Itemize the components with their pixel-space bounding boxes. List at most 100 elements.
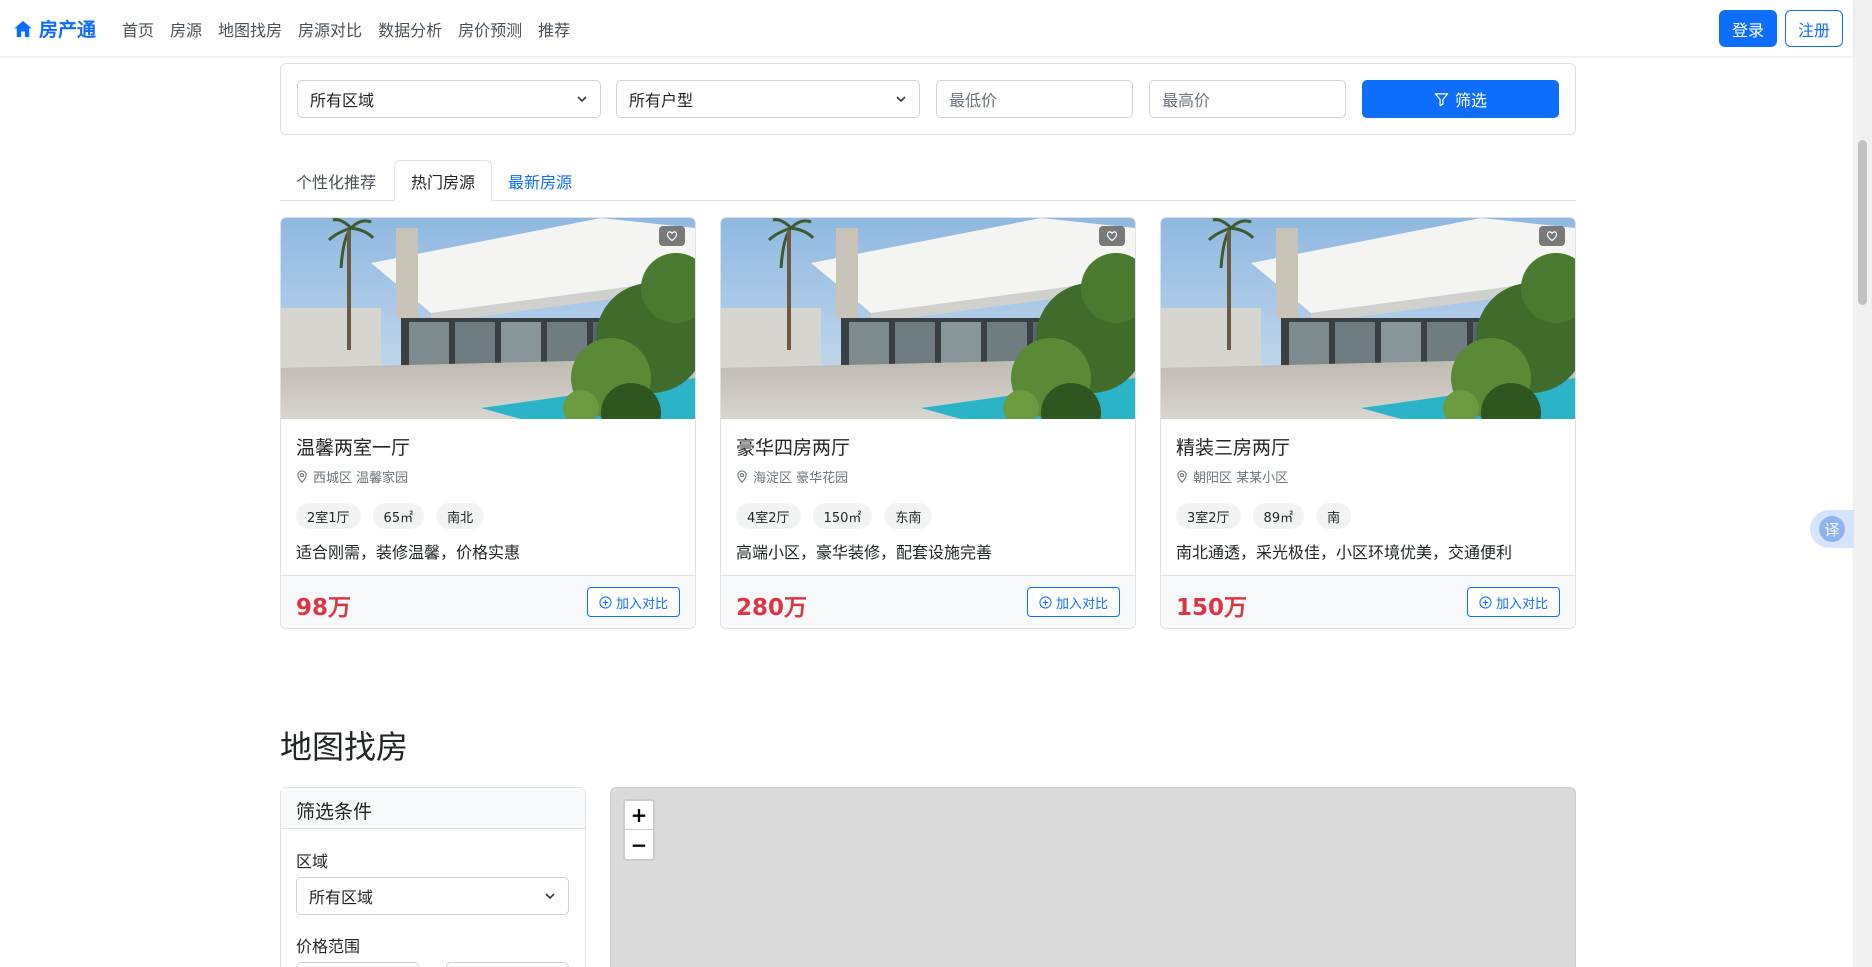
nav-compare[interactable]: 房源对比 (298, 17, 362, 41)
map-min-price-input[interactable] (296, 962, 419, 967)
listing-price: 98万 (296, 595, 352, 621)
min-price-input[interactable]: 最低价 (936, 80, 1133, 118)
listing-footer: 98万 加入对比 (281, 575, 695, 628)
listing-photo[interactable] (721, 218, 1135, 419)
location-pin-icon (737, 470, 747, 483)
plus-circle-icon (1479, 595, 1492, 609)
region-label: 区域 (296, 852, 329, 871)
chevron-down-icon (896, 96, 906, 103)
favorite-button[interactable] (1539, 226, 1565, 246)
nav-listings[interactable]: 房源 (170, 17, 202, 41)
filter-button[interactable]: 筛选 (1362, 80, 1559, 118)
add-compare-label: 加入对比 (615, 596, 668, 612)
listing-location: 海淀区 豪华花园 (736, 467, 848, 486)
brand-name: 房产通 (39, 19, 97, 41)
house-icon (14, 20, 32, 37)
listing-location-text: 海淀区 豪华花园 (753, 471, 849, 486)
listing-description: 南北通透，采光极佳，小区环境优美，交通便利 (1176, 543, 1513, 562)
chevron-down-icon (577, 96, 587, 103)
tag-orientation: 南北 (436, 503, 485, 529)
tag-area: 65㎡ (372, 503, 425, 529)
login-button[interactable]: 登录 (1719, 10, 1777, 47)
price-range-label: 价格范围 (296, 937, 361, 956)
listing-tags: 3室2厅 89㎡ 南 (1176, 503, 1352, 529)
heart-icon (1106, 231, 1118, 242)
house-photo (721, 218, 1135, 419)
tag-layout: 2室1厅 (296, 503, 361, 529)
nav-analytics[interactable]: 数据分析 (378, 17, 442, 41)
register-button[interactable]: 注册 (1785, 10, 1843, 47)
layout-select[interactable]: 所有户型 (616, 80, 920, 118)
brand[interactable]: 房产通 (13, 15, 96, 42)
nav-map-search[interactable]: 地图找房 (218, 17, 282, 41)
max-price-input[interactable]: 最高价 (1149, 80, 1346, 118)
listing-tags: 4室2厅 150㎡ 东南 (736, 503, 933, 529)
min-price-placeholder: 最低价 (949, 91, 998, 110)
map-section-title: 地图找房 (280, 728, 409, 766)
funnel-icon (1434, 92, 1449, 106)
tab-hot[interactable]: 热门房源 (394, 160, 493, 202)
max-price-placeholder: 最高价 (1162, 91, 1211, 110)
listing-price: 150万 (1176, 595, 1248, 621)
listing-tabs: 个性化推荐 热门房源 最新房源 (280, 160, 1576, 202)
nav-recommend[interactable]: 推荐 (538, 17, 570, 41)
tag-layout: 4室2厅 (736, 503, 801, 529)
nav-price-predict[interactable]: 房价预测 (458, 17, 522, 41)
map-region-select[interactable]: 所有区域 (296, 877, 569, 915)
location-pin-icon (297, 470, 307, 483)
add-compare-button[interactable]: 加入对比 (587, 587, 680, 617)
tab-newest[interactable]: 最新房源 (492, 160, 588, 201)
navbar: 房产通 首页 房源 地图找房 房源对比 数据分析 房价预测 推荐 登录 注册 (0, 0, 1853, 56)
location-pin-icon (1177, 470, 1187, 483)
map-zoom-control: + − (623, 799, 655, 861)
tag-orientation: 东南 (884, 503, 933, 529)
map-canvas[interactable]: + − (610, 787, 1576, 967)
layout-select-value: 所有户型 (629, 91, 694, 110)
tag-layout: 3室2厅 (1176, 503, 1241, 529)
add-compare-button[interactable]: 加入对比 (1467, 587, 1560, 617)
chevron-down-icon (545, 893, 555, 900)
scrollbar-thumb[interactable] (1858, 140, 1867, 305)
listing-location: 西城区 温馨家园 (296, 467, 408, 486)
heart-icon (666, 231, 678, 242)
listing-location-text: 西城区 温馨家园 (313, 471, 409, 486)
plus-circle-icon (1039, 595, 1052, 609)
house-photo (1161, 218, 1575, 419)
translate-widget[interactable]: 译 (1810, 510, 1854, 548)
nav-links: 首页 房源 地图找房 房源对比 数据分析 房价预测 推荐 (122, 17, 570, 41)
map-filter-panel: 筛选条件 区域 所有区域 价格范围 (280, 787, 586, 967)
listing-photo[interactable] (281, 218, 695, 419)
map-filter-header: 筛选条件 (281, 788, 585, 829)
listing-title[interactable]: 精装三房两厅 (1176, 433, 1290, 460)
listing-card[interactable]: 豪华四房两厅 海淀区 豪华花园 4室2厅 150㎡ 东南 高端小区，豪华装修，配… (720, 217, 1136, 629)
listing-footer: 150万 加入对比 (1161, 575, 1575, 628)
zoom-in-button[interactable]: + (625, 801, 653, 830)
listing-description: 适合刚需，装修温馨，价格实惠 (296, 543, 521, 562)
tag-area: 89㎡ (1252, 503, 1305, 529)
add-compare-label: 加入对比 (1495, 596, 1548, 612)
listing-photo[interactable] (1161, 218, 1575, 419)
listing-description: 高端小区，豪华装修，配套设施完善 (736, 543, 993, 562)
translate-icon: 译 (1819, 516, 1845, 542)
map-max-price-input[interactable] (446, 962, 569, 967)
filter-button-label: 筛选 (1454, 91, 1487, 110)
tag-area: 150㎡ (812, 503, 873, 529)
page-scrollbar[interactable] (1853, 0, 1872, 967)
listing-title[interactable]: 豪华四房两厅 (736, 433, 850, 460)
heart-icon (1546, 231, 1558, 242)
plus-circle-icon (599, 595, 612, 609)
add-compare-button[interactable]: 加入对比 (1027, 587, 1120, 617)
zoom-out-button[interactable]: − (625, 830, 653, 859)
listing-location-text: 朝阳区 某某小区 (1193, 471, 1289, 486)
tab-personalized[interactable]: 个性化推荐 (280, 160, 392, 201)
listing-title[interactable]: 温馨两室一厅 (296, 433, 410, 460)
nav-home[interactable]: 首页 (122, 17, 154, 41)
tag-orientation: 南 (1316, 503, 1352, 529)
favorite-button[interactable] (1099, 226, 1125, 246)
favorite-button[interactable] (659, 226, 685, 246)
listing-card[interactable]: 温馨两室一厅 西城区 温馨家园 2室1厅 65㎡ 南北 适合刚需，装修温馨，价格… (280, 217, 696, 629)
listing-tags: 2室1厅 65㎡ 南北 (296, 503, 485, 529)
region-select[interactable]: 所有区域 (297, 80, 601, 118)
listing-card[interactable]: 精装三房两厅 朝阳区 某某小区 3室2厅 89㎡ 南 南北通透，采光极佳，小区环… (1160, 217, 1576, 629)
listing-location: 朝阳区 某某小区 (1176, 467, 1288, 486)
